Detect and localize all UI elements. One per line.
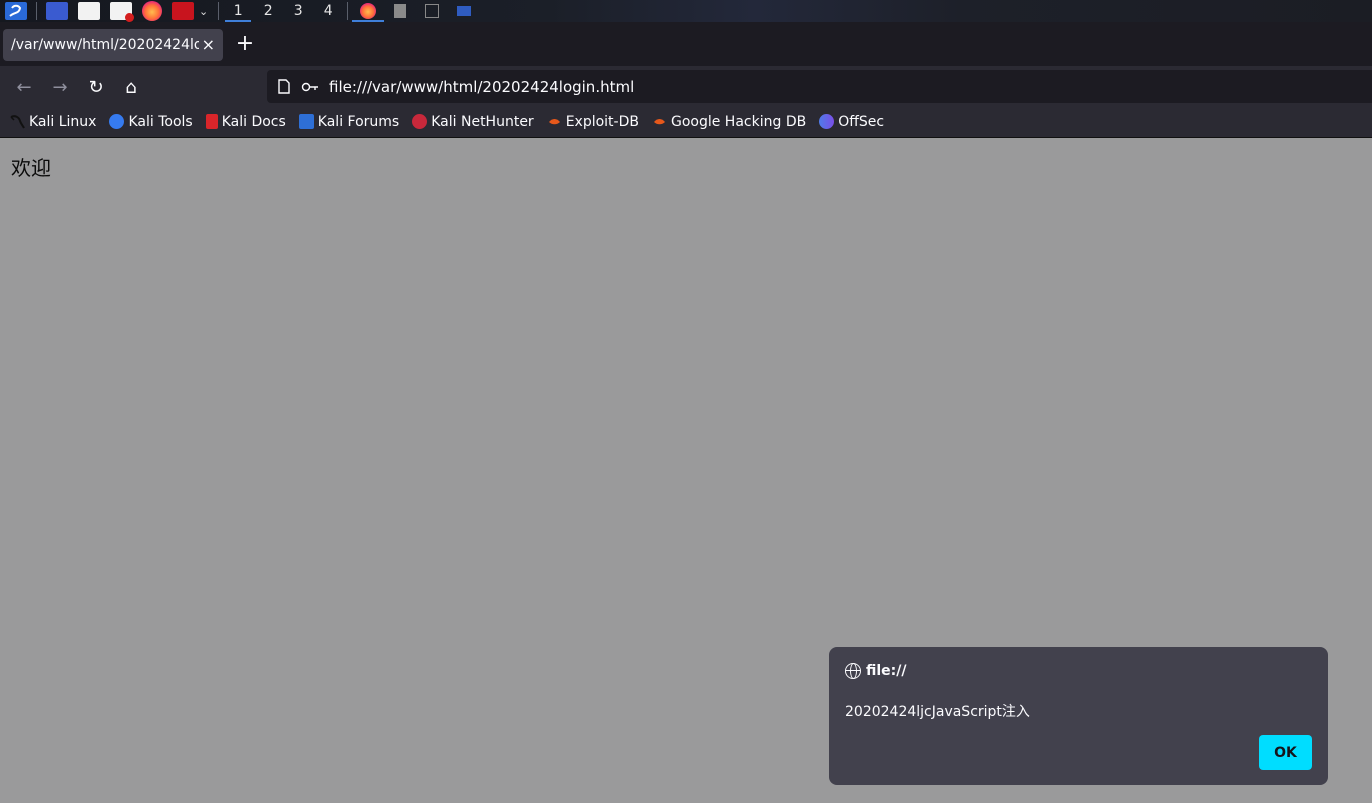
bookmark-exploit-db[interactable]: Exploit-DB bbox=[547, 114, 639, 130]
close-tab-icon[interactable]: × bbox=[202, 35, 215, 54]
page-icon bbox=[275, 78, 293, 96]
desktop-taskbar: ⌄ 1 2 3 4 bbox=[0, 0, 1372, 22]
forward-button[interactable]: → bbox=[47, 74, 73, 100]
globe-icon bbox=[845, 663, 861, 679]
taskbar-separator bbox=[36, 2, 37, 20]
blue-window-icon[interactable] bbox=[448, 0, 480, 22]
tab-login-page[interactable]: /var/www/html/20202424login.html × bbox=[3, 29, 223, 61]
bookmark-kali-forums[interactable]: Kali Forums bbox=[298, 114, 399, 130]
terminal-icon[interactable] bbox=[172, 2, 194, 20]
files-icon[interactable] bbox=[46, 2, 68, 20]
taskbar-separator bbox=[218, 2, 220, 20]
bookmark-kali-nethunter[interactable]: Kali NetHunter bbox=[412, 114, 534, 130]
text-editor-icon[interactable] bbox=[78, 2, 100, 20]
workspace-1[interactable]: 1 bbox=[223, 0, 253, 22]
bookmarks-toolbar: Kali Linux Kali Tools Kali Docs Kali For… bbox=[0, 106, 1372, 138]
kali-docs-icon bbox=[205, 114, 218, 129]
reload-button[interactable]: ↻ bbox=[83, 74, 109, 100]
tab-title: /var/www/html/20202424login.html bbox=[11, 37, 199, 53]
kali-tools-icon bbox=[109, 114, 125, 129]
alert-header: file:// bbox=[845, 663, 907, 679]
kali-menu-icon[interactable] bbox=[5, 2, 27, 20]
kali-nethunter-icon bbox=[412, 114, 428, 129]
bookmark-kali-linux[interactable]: Kali Linux bbox=[10, 114, 96, 130]
dropdown-chevron-icon[interactable]: ⌄ bbox=[199, 5, 208, 18]
editor-window-icon[interactable] bbox=[384, 0, 416, 22]
taskbar-separator bbox=[347, 2, 349, 20]
google-hacking-db-icon bbox=[652, 114, 667, 129]
new-tab-button[interactable]: + bbox=[234, 31, 256, 57]
offsec-icon bbox=[819, 114, 835, 129]
ok-button[interactable]: OK bbox=[1259, 735, 1312, 770]
welcome-heading: 欢迎 bbox=[11, 156, 51, 180]
bookmark-kali-tools[interactable]: Kali Tools bbox=[109, 114, 193, 130]
firefox-window-icon[interactable] bbox=[352, 0, 385, 22]
bookmark-google-hacking-db[interactable]: Google Hacking DB bbox=[652, 114, 806, 130]
workspace-2[interactable]: 2 bbox=[253, 0, 283, 22]
exploit-db-icon bbox=[547, 114, 562, 129]
home-button[interactable]: ⌂ bbox=[118, 74, 144, 100]
firefox-icon[interactable] bbox=[142, 1, 162, 21]
navigation-toolbar: ← → ↻ ⌂ file:///var/www/html/20202424log… bbox=[0, 66, 1372, 106]
bookmark-kali-docs[interactable]: Kali Docs bbox=[205, 114, 286, 130]
browser-tab-bar: /var/www/html/20202424login.html × + bbox=[0, 22, 1372, 66]
workspace-3[interactable]: 3 bbox=[283, 0, 313, 22]
back-button[interactable]: ← bbox=[11, 74, 37, 100]
bookmark-offsec[interactable]: OffSec bbox=[819, 114, 884, 130]
key-permissions-icon[interactable] bbox=[301, 78, 319, 96]
javascript-alert-dialog: file:// 20202424ljcJavaScript注入 OK bbox=[829, 647, 1328, 785]
url-text[interactable]: file:///var/www/html/20202424login.html bbox=[329, 78, 634, 96]
terminal-window-icon[interactable] bbox=[416, 0, 448, 22]
alert-origin: file:// bbox=[866, 663, 907, 679]
notes-icon[interactable] bbox=[110, 2, 134, 22]
workspace-4[interactable]: 4 bbox=[313, 0, 343, 22]
url-bar[interactable]: file:///var/www/html/20202424login.html bbox=[267, 70, 1372, 103]
kali-dragon-icon bbox=[10, 114, 25, 129]
kali-forums-icon bbox=[298, 114, 314, 129]
alert-message: 20202424ljcJavaScript注入 bbox=[845, 704, 1030, 720]
